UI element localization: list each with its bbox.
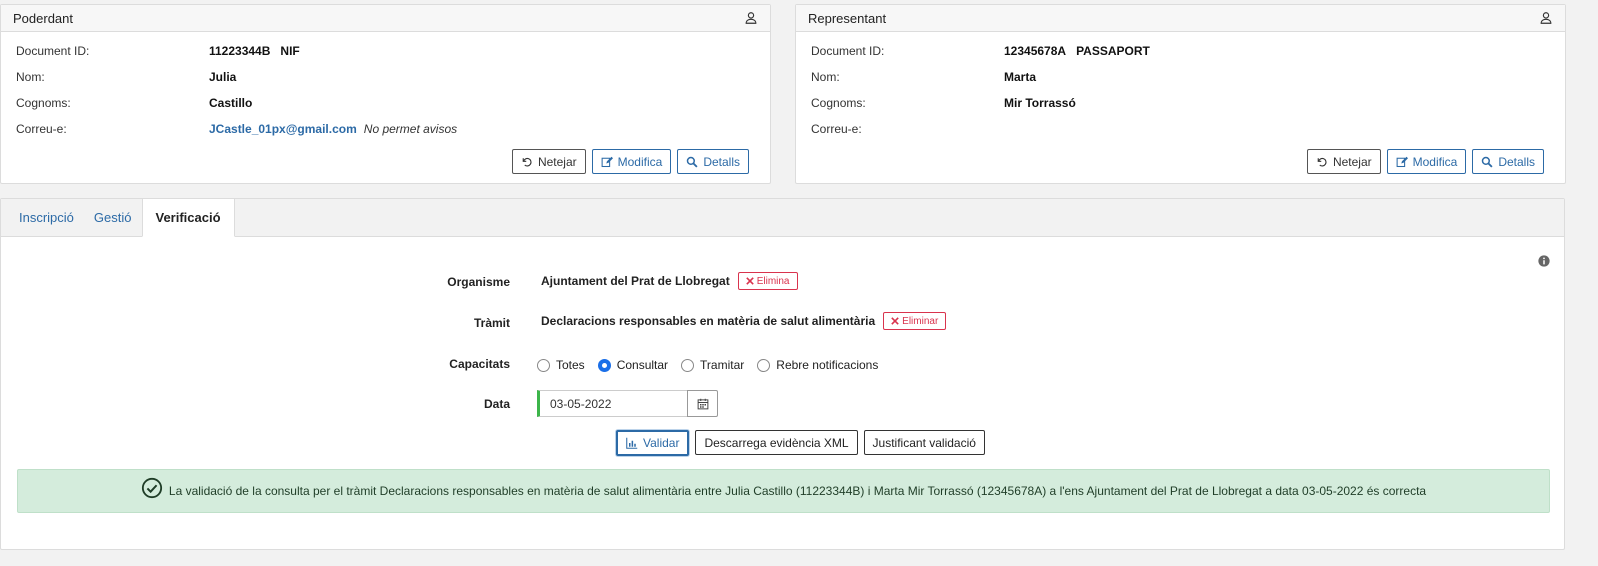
bar-chart-icon (626, 437, 638, 449)
action-buttons: Validar Descarrega evidència XML Justifi… (616, 430, 985, 456)
representant-header: Representant (796, 5, 1565, 32)
email-label: Correu-e: (16, 122, 67, 136)
radio-circle (597, 358, 611, 372)
success-alert: La validació de la consulta per el tràmi… (17, 469, 1550, 513)
alert-message: La validació de la consulta per el tràmi… (168, 484, 1427, 498)
cognoms-label: Cognoms: (811, 96, 866, 110)
nom-value: Julia (209, 70, 237, 84)
details-button[interactable]: Detalls (1472, 149, 1544, 174)
delete-organisme-button[interactable]: Elimina (737, 272, 798, 290)
tramit-value: Declaracions responsables en matèria de … (541, 312, 947, 330)
radio-circle (757, 358, 771, 372)
tab-verificacio[interactable]: Verificació (141, 198, 235, 237)
radio-rebre-notificacions[interactable]: Rebre notificacions (757, 358, 878, 372)
docid-label: Document ID: (16, 44, 90, 58)
radio-totes[interactable]: Totes (537, 358, 585, 372)
docid-value: 12345678A PASSAPORT (1004, 44, 1150, 58)
tramit-row: Tràmit Declaracions responsables en matè… (1, 312, 1564, 332)
radio-tramitar[interactable]: Tramitar (681, 358, 744, 372)
modify-button[interactable]: Modifica (591, 149, 672, 174)
close-icon (891, 317, 899, 325)
poderdant-header: Poderdant (1, 5, 770, 32)
receipt-button[interactable]: Justificant validació (863, 430, 985, 455)
undo-icon (522, 157, 532, 167)
organisme-row: Organisme Ajuntament del Prat de Llobreg… (1, 272, 1564, 292)
poderdant-docid-row: Document ID: 11223344B NIF (16, 43, 300, 59)
cognoms-value: Mir Torrassó (1004, 96, 1076, 110)
poderdant-buttons: Netejar Modifica Detalls (511, 149, 749, 174)
date-input[interactable] (537, 390, 688, 417)
delete-tramit-button[interactable]: Eliminar (883, 312, 947, 330)
representant-docid-row: Document ID: 12345678A PASSAPORT (811, 43, 1150, 59)
data-label: Data (483, 397, 510, 411)
doctype: NIF (280, 44, 300, 58)
representant-email-row: Correu-e: (811, 121, 1004, 137)
email-link[interactable]: JCastle_01px@gmail.com (209, 122, 357, 136)
details-button[interactable]: Detalls (677, 149, 749, 174)
no-notice-text: No permet avisos (363, 122, 458, 136)
organisme-label: Organisme (447, 275, 510, 289)
representant-cognoms-row: Cognoms: Mir Torrassó (811, 95, 1076, 111)
search-icon (1482, 156, 1493, 168)
calendar-button[interactable] (687, 390, 718, 417)
representant-title: Representant (808, 10, 887, 26)
poderdant-card: Poderdant Document ID: 11223344B NIF Nom:… (0, 4, 771, 184)
capacitats-radio-group: Totes Consultar Tramitar Rebre notificac… (537, 358, 891, 372)
download-xml-button[interactable]: Descarrega evidència XML (695, 430, 858, 455)
poderdant-email-row: Correu-e: JCastle_01px@gmail.com No perme… (16, 121, 457, 137)
capacitats-row: Capacitats Totes Consultar Tramitar Rebr… (1, 356, 1564, 376)
radio-circle (681, 358, 695, 372)
user-icon (745, 12, 757, 24)
modify-button[interactable]: Modifica (1386, 149, 1467, 174)
verification-panel: Inscripció Gestió Verificació Organisme … (0, 198, 1565, 550)
info-icon[interactable] (1538, 255, 1550, 267)
poderdant-nom-row: Nom: Julia (16, 69, 236, 85)
clear-button[interactable]: Netejar (511, 149, 586, 174)
tab-bar: Inscripció Gestió Verificació (1, 198, 1564, 237)
search-icon (687, 156, 698, 168)
clear-button[interactable]: Netejar (1306, 149, 1381, 174)
email-label: Correu-e: (811, 122, 862, 136)
tab-inscripcio[interactable]: Inscripció (9, 199, 84, 236)
poderdant-title: Poderdant (13, 10, 73, 26)
representant-nom-row: Nom: Marta (811, 69, 1036, 85)
nom-label: Nom: (811, 70, 840, 84)
docid-value: 11223344B NIF (209, 44, 300, 58)
validate-button[interactable]: Validar (616, 430, 690, 456)
poderdant-cognoms-row: Cognoms: Castillo (16, 95, 252, 111)
tab-gestio[interactable]: Gestió (84, 199, 142, 236)
cognoms-label: Cognoms: (16, 96, 71, 110)
docid-label: Document ID: (811, 44, 885, 58)
close-icon (745, 277, 754, 285)
nom-value: Marta (1004, 70, 1037, 84)
check-circle-icon (141, 477, 162, 499)
representant-card: Representant Document ID: 12345678A PASSA… (795, 4, 1566, 184)
nom-label: Nom: (16, 70, 45, 84)
data-row: Data (1, 390, 1564, 418)
doctype: PASSAPORT (1076, 44, 1150, 58)
capacitats-label: Capacitats (449, 357, 510, 371)
radio-consultar[interactable]: Consultar (597, 358, 668, 372)
user-icon (1540, 12, 1552, 24)
edit-icon (1396, 156, 1408, 167)
undo-icon (1317, 157, 1327, 167)
radio-circle (537, 358, 550, 372)
tramit-label: Tràmit (473, 316, 510, 330)
cognoms-value: Castillo (209, 96, 253, 110)
representant-buttons: Netejar Modifica Detalls (1306, 149, 1544, 174)
edit-icon (601, 156, 613, 167)
calendar-icon (697, 398, 708, 409)
organisme-value: Ajuntament del Prat de Llobregat Elimina (541, 272, 798, 290)
